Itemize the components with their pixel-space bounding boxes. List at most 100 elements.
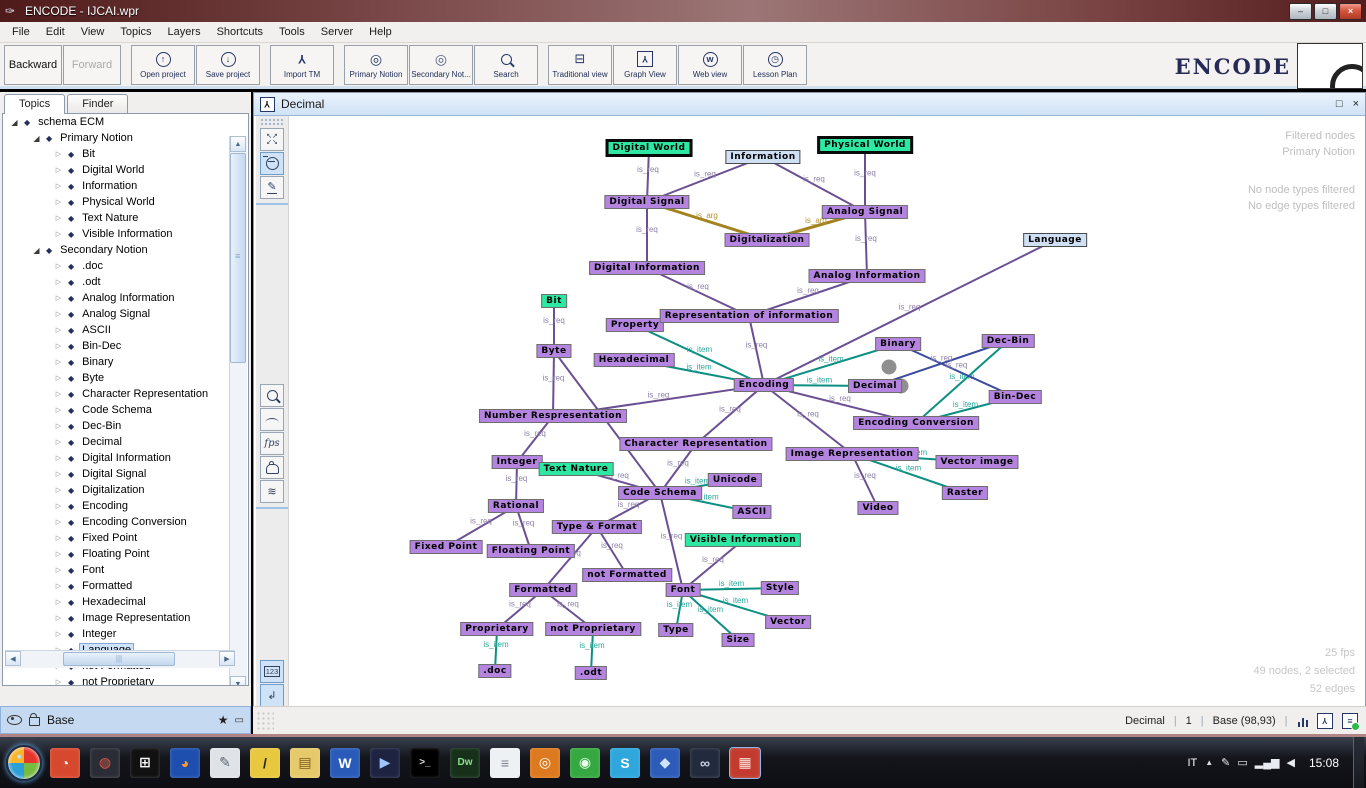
graph-node-digitalization[interactable]: Digitalization (725, 233, 810, 247)
graph-view-icon[interactable]: Y (1317, 713, 1333, 729)
graph-node-type-format[interactable]: Type & Format (552, 520, 642, 534)
yellow-tool-icon[interactable]: / (250, 748, 280, 778)
graph-node-encoding[interactable]: Encoding (734, 378, 794, 392)
collapsed-arrow-icon[interactable]: ▷ (53, 342, 64, 350)
media-player-icon[interactable]: ▶ (370, 748, 400, 778)
graph-node-char-rep[interactable]: Character Representation (619, 437, 772, 451)
tree-item-not-proprietary[interactable]: ▷◆not Proprietary (3, 674, 248, 686)
graph-node-rational[interactable]: Rational (488, 499, 544, 513)
collapsed-arrow-icon[interactable]: ▷ (53, 310, 64, 318)
collapsed-arrow-icon[interactable]: ▷ (53, 150, 64, 158)
tree-item-analog-signal[interactable]: ▷◆Analog Signal (3, 306, 248, 322)
tree-item-doc[interactable]: ▷◆.doc (3, 258, 248, 274)
collapsed-arrow-icon[interactable]: ▷ (53, 566, 64, 574)
skype-icon[interactable]: S (610, 748, 640, 778)
scroll-thumb[interactable] (230, 153, 246, 363)
collapsed-arrow-icon[interactable]: ▷ (53, 614, 64, 622)
collapsed-arrow-icon[interactable]: ▷ (53, 198, 64, 206)
tab-finder[interactable]: Finder (67, 94, 128, 114)
menu-item-file[interactable]: File (4, 24, 38, 40)
menu-item-server[interactable]: Server (313, 24, 361, 40)
graph-node-dec-bin[interactable]: Dec-Bin (982, 334, 1035, 348)
collapsed-arrow-icon[interactable]: ▷ (53, 534, 64, 542)
association-dot[interactable] (882, 360, 897, 375)
collapsed-arrow-icon[interactable]: ▷ (53, 630, 64, 638)
search-button[interactable]: Search (474, 45, 538, 85)
edge-analog-signal-analog-information[interactable] (865, 212, 867, 276)
collapsed-arrow-icon[interactable]: ▷ (53, 358, 64, 366)
collapsed-arrow-icon[interactable]: ▷ (53, 390, 64, 398)
graph-node-language[interactable]: Language (1023, 233, 1087, 247)
graph-node-font[interactable]: Font (666, 583, 701, 597)
menu-item-tools[interactable]: Tools (271, 24, 313, 40)
backward-button[interactable]: Backward (4, 45, 62, 85)
graph-node-not-proprietary[interactable]: not Proprietary (545, 622, 641, 636)
lesson-plan-button[interactable]: ◷Lesson Plan (743, 45, 807, 85)
expanded-arrow-icon[interactable]: ◢ (31, 134, 42, 143)
secondary-notion-button[interactable]: ◎Secondary Not... (409, 45, 473, 85)
collapsed-arrow-icon[interactable]: ▷ (53, 294, 64, 302)
tree-item-digital-information[interactable]: ▷◆Digital Information (3, 450, 248, 466)
graph-node-doc[interactable]: .doc (478, 664, 511, 678)
tree-item-integer[interactable]: ▷◆Integer (3, 626, 248, 642)
tree-item-hexadecimal[interactable]: ▷◆Hexadecimal (3, 594, 248, 610)
tree-item-digitalization[interactable]: ▷◆Digitalization (3, 482, 248, 498)
collapsed-arrow-icon[interactable]: ▷ (53, 406, 64, 414)
powerpoint-icon[interactable]: ▦ (730, 748, 760, 778)
menu-item-layers[interactable]: Layers (160, 24, 209, 40)
tree-item-fixed-point[interactable]: ▷◆Fixed Point (3, 530, 248, 546)
graph-canvas[interactable]: is_reqis_reqis_reqis_reqis_reqis_reqis_a… (254, 116, 1365, 706)
collapsed-arrow-icon[interactable]: ▷ (53, 486, 64, 494)
minimize-button[interactable]: – (1289, 3, 1312, 20)
graph-node-fixed-point[interactable]: Fixed Point (410, 540, 483, 554)
tree-item-digital-signal[interactable]: ▷◆Digital Signal (3, 466, 248, 482)
tree-item-physical-world[interactable]: ▷◆Physical World (3, 194, 248, 210)
graph-node-unicode[interactable]: Unicode (708, 473, 762, 487)
explorer-folder-icon[interactable]: ▤ (290, 748, 320, 778)
cube-app-icon[interactable]: ◆ (650, 748, 680, 778)
collapsed-arrow-icon[interactable]: ▷ (53, 278, 64, 286)
dreamweaver-icon[interactable]: Dw (450, 748, 480, 778)
collapsed-arrow-icon[interactable]: ▷ (53, 422, 64, 430)
collapsed-arrow-icon[interactable]: ▷ (53, 582, 64, 590)
hscroll-thumb[interactable]: ||| (63, 652, 175, 666)
graph-node-formatted[interactable]: Formatted (509, 583, 577, 597)
traditional-view-button[interactable]: ⊟Traditional view (548, 45, 612, 85)
web-view-button[interactable]: wWeb view (678, 45, 742, 85)
save-project-button[interactable]: ↓Save project (196, 45, 260, 85)
layer-visibility-eye-icon[interactable] (7, 715, 22, 725)
network-tray-icon[interactable]: ▂▄▆ (1255, 756, 1280, 769)
language-indicator[interactable]: IT (1187, 757, 1197, 769)
graph-node-bin-dec[interactable]: Bin-Dec (989, 390, 1042, 404)
server-status-icon[interactable]: ≡ (1342, 713, 1358, 729)
import-tm-button[interactable]: YImport TM (270, 45, 334, 85)
graph-node-floating-point[interactable]: Floating Point (487, 544, 575, 558)
graph-node-integer[interactable]: Integer (492, 455, 543, 469)
graph-node-information[interactable]: Information (725, 150, 800, 164)
collapsed-arrow-icon[interactable]: ▷ (53, 230, 64, 238)
scroll-down-button[interactable]: ▼ (230, 676, 246, 686)
graph-node-analog-information[interactable]: Analog Information (808, 269, 925, 283)
layer-bar[interactable]: Base ★ ▭ (0, 706, 251, 734)
menu-item-topics[interactable]: Topics (112, 24, 159, 40)
tree-item-floating-point[interactable]: ▷◆Floating Point (3, 546, 248, 562)
collapsed-arrow-icon[interactable]: ▷ (53, 518, 64, 526)
tree-item-text-nature[interactable]: ▷◆Text Nature (3, 210, 248, 226)
display-tray-icon[interactable]: ▭ (1237, 756, 1247, 769)
edge-rep-info-encoding[interactable] (749, 316, 764, 385)
graph-node-image-rep[interactable]: Image Representation (786, 447, 919, 461)
graph-node-number-rep[interactable]: Number Respresentation (479, 409, 627, 423)
restore-view-button[interactable]: □ (1336, 98, 1343, 110)
tree-item-ascii[interactable]: ▷◆ASCII (3, 322, 248, 338)
tree-horizontal-scrollbar[interactable]: ◀ ||| ▶ (5, 650, 235, 668)
firefox-icon[interactable]: ◕ (170, 748, 200, 778)
tree-item-dec-bin[interactable]: ▷◆Dec-Bin (3, 418, 248, 434)
tree-item-image-representation[interactable]: ▷◆Image Representation (3, 610, 248, 626)
terminal-icon[interactable]: >_ (410, 748, 440, 778)
collapsed-arrow-icon[interactable]: ▷ (53, 214, 64, 222)
tree-item-secondary-notion[interactable]: ◢◆Secondary Notion (3, 242, 248, 258)
graph-node-ascii[interactable]: ASCII (732, 505, 771, 519)
tree-item-formatted[interactable]: ▷◆Formatted (3, 578, 248, 594)
graph-node-physical-world[interactable]: Physical World (817, 136, 913, 154)
graph-node-hexadecimal[interactable]: Hexadecimal (594, 353, 675, 367)
